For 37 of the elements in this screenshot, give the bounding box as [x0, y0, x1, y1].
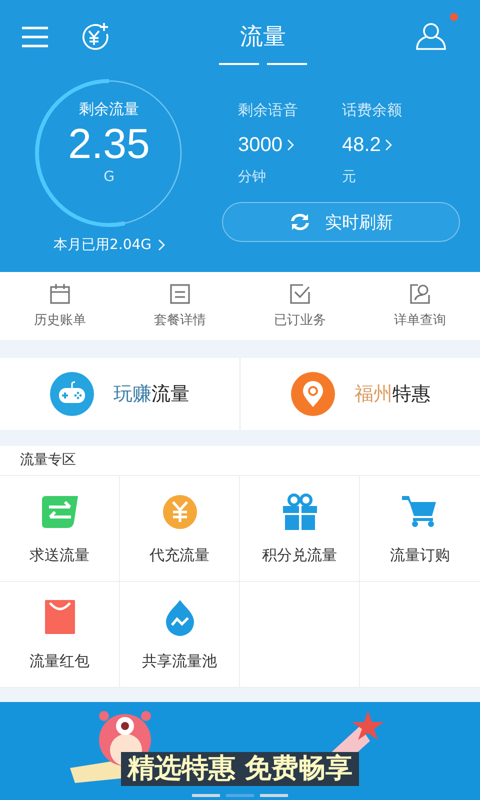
service-item[interactable]: 求送流量 [0, 476, 120, 582]
data-remaining-value: 2.35 [68, 119, 150, 169]
promo-title: 玩赚流量 [114, 382, 190, 407]
yuan-plus-icon[interactable] [80, 22, 110, 52]
location-pin-icon [290, 372, 334, 416]
checkbox-icon [289, 283, 311, 305]
section-title: 流量专区 [0, 446, 480, 476]
service-item[interactable]: 共享流量池 [120, 582, 240, 688]
menu-icon[interactable] [22, 26, 48, 48]
stat-label: 话费余额 [342, 100, 403, 120]
service-item[interactable]: 代充流量 [120, 476, 240, 582]
service-item[interactable]: 积分兑流量 [240, 476, 360, 582]
service-item[interactable]: 流量订购 [360, 476, 480, 582]
chevron-icon [158, 239, 165, 251]
stat-unit: 元 [342, 168, 357, 186]
shortcut-item[interactable]: 已订业务 [240, 272, 360, 340]
document-icon [169, 283, 191, 305]
page-title: 流量 [240, 23, 286, 52]
search-document-icon [409, 283, 431, 305]
chevron-icon [384, 139, 392, 151]
promo-card[interactable]: 福州特惠 [241, 358, 480, 430]
data-unit: G [104, 169, 114, 185]
stat-label: 剩余语音 [238, 100, 299, 120]
shortcut-item[interactable]: 套餐详情 [120, 272, 240, 340]
gauge-label: 剩余流量 [79, 100, 139, 119]
shortcut-item[interactable]: 历史账单 [0, 272, 120, 340]
refresh-icon [289, 212, 311, 232]
banner-headline: 精选特惠 免费畅享 [121, 752, 359, 786]
chevron-icon [286, 139, 294, 151]
promo-title: 福州特惠 [354, 382, 430, 407]
shortcut-item[interactable]: 详单查询 [360, 272, 480, 340]
calendar-icon [49, 283, 71, 305]
user-icon[interactable] [416, 22, 446, 50]
gamepad-icon [50, 372, 94, 416]
service-item[interactable]: 流量红包 [0, 582, 120, 688]
promo-card[interactable]: 玩赚流量 [0, 358, 239, 430]
stat-unit: 分钟 [238, 168, 267, 186]
